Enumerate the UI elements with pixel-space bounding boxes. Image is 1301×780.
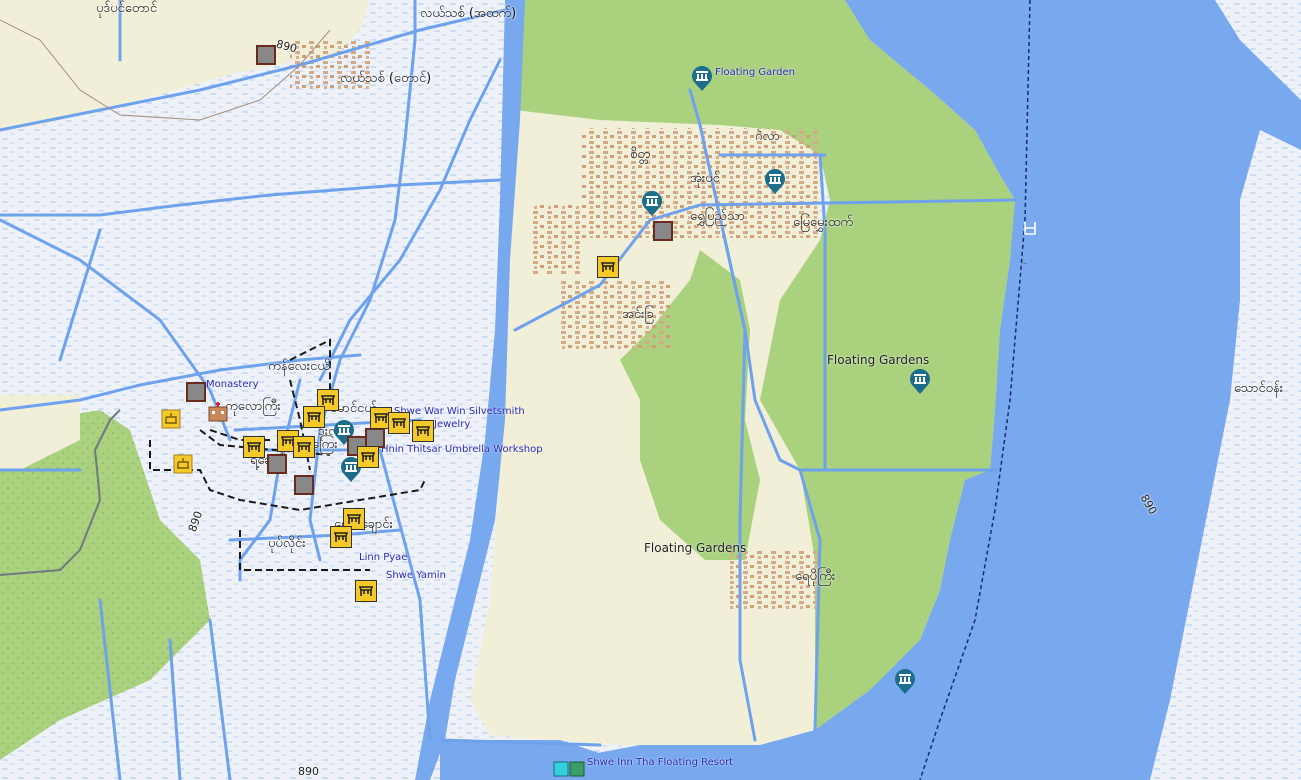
square-marker-icon[interactable] [653, 221, 673, 241]
place-label[interactable]: မြေမွှေးထက် [793, 214, 853, 233]
temple-icon[interactable] [173, 454, 193, 474]
poi-label[interactable]: Monastery [206, 379, 259, 390]
shop-marker-icon[interactable] [597, 256, 619, 278]
road-ref-label: 890 [298, 765, 319, 778]
poi-label[interactable]: Linn Pyae [359, 552, 407, 563]
place-label[interactable]: ဂဲလာ [755, 128, 780, 147]
square-marker-icon[interactable] [365, 428, 385, 448]
place-label[interactable]: လယ်သစ် (အထက်) [420, 5, 516, 24]
square-marker-icon[interactable] [186, 382, 206, 402]
place-label[interactable]: အုံးပင် [690, 170, 720, 189]
hospital-icon[interactable] [207, 402, 229, 422]
poi-label[interactable]: Hnin Thitsar Umbrella Workshop [381, 444, 543, 455]
place-label[interactable]: အင်းခြ [622, 306, 654, 325]
area-label: Floating Gardens [827, 353, 930, 367]
water-label: ~ [1022, 260, 1028, 268]
area-label: Floating Gardens [644, 541, 747, 555]
place-label[interactable]: ကုလောကြီး [225, 398, 281, 417]
place-label[interactable]: ပုဒ်ပင်တောင် [96, 0, 157, 19]
buildings-west [530, 205, 580, 275]
shop-marker-icon[interactable] [330, 526, 352, 548]
place-label[interactable]: ကန်လေးငယ် [268, 358, 330, 377]
shop-marker-icon[interactable] [412, 420, 434, 442]
place-label[interactable]: ရေပိုကြီး [795, 568, 835, 587]
shop-marker-icon[interactable] [303, 406, 325, 428]
shop-marker-icon[interactable] [293, 436, 315, 458]
place-label[interactable]: လယ်သစ် (တောင်) [340, 70, 431, 89]
poi-label[interactable]: Shwe Inn Tha Floating Resort [587, 757, 733, 768]
shop-marker-icon[interactable] [355, 580, 377, 602]
shop-marker-icon[interactable] [243, 436, 265, 458]
temple-icon[interactable] [161, 409, 181, 429]
square-marker-icon[interactable] [256, 45, 276, 65]
poi-label[interactable]: Shwe Yamin [386, 570, 446, 581]
shop-marker-icon[interactable] [357, 446, 379, 468]
place-label[interactable]: ရွှေပြည်သာ [690, 208, 745, 227]
place-label[interactable]: သောင်ဝန်း [1234, 380, 1283, 399]
square-marker-icon[interactable] [267, 454, 287, 474]
shop-marker-icon[interactable] [388, 412, 410, 434]
ferry-terminal-icon[interactable] [1022, 218, 1038, 238]
poi-label[interactable]: Jewelry [434, 419, 470, 430]
poi-label[interactable]: Shwe War Win Silvetsmith [394, 406, 525, 417]
resort-icon[interactable] [552, 758, 586, 778]
square-marker-icon[interactable] [294, 475, 314, 495]
poi-label[interactable]: Floating Garden [715, 67, 795, 78]
place-label[interactable]: ပုပ်လိုင်း [268, 535, 306, 554]
place-label[interactable]: စိတ္တ [630, 146, 650, 165]
map-canvas[interactable]: ပုဒ်ပင်တောင် လယ်သစ် (အထက်) လယ်သစ် (တောင်… [0, 0, 1301, 780]
